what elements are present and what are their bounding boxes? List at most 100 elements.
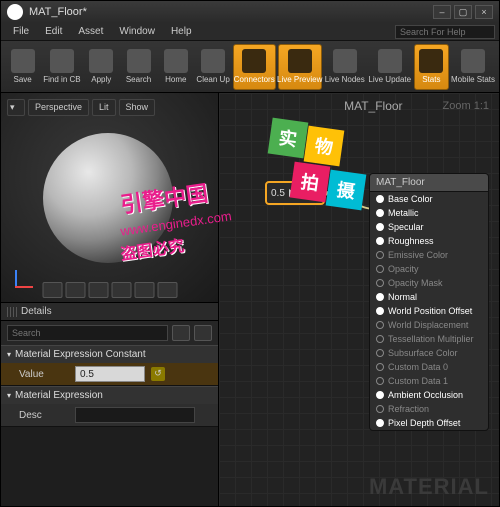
filter-icon[interactable] — [172, 325, 190, 341]
preview-sphere — [43, 133, 173, 263]
constant-node[interactable]: 0.5 — [265, 181, 325, 205]
toolbar-mobile-stats-button[interactable]: Mobile Stats — [451, 44, 495, 90]
window-title: MAT_Floor* — [29, 6, 430, 18]
viewport-options-icon[interactable]: ▾ — [7, 99, 25, 116]
viewport-shape-button[interactable] — [65, 282, 85, 298]
pin-dot-icon — [376, 321, 384, 329]
pin-dot-icon — [376, 293, 384, 301]
toolbar-icon — [419, 49, 443, 73]
property-desc-row: Desc — [1, 404, 218, 426]
pin-world-position-offset[interactable]: World Position Offset — [370, 304, 488, 318]
grip-icon — [7, 307, 17, 317]
viewport-shape-button[interactable] — [111, 282, 131, 298]
pin-custom-data-0[interactable]: Custom Data 0 — [370, 360, 488, 374]
pin-dot-icon — [376, 363, 384, 371]
pin-dot-icon — [376, 209, 384, 217]
viewport-shape-button[interactable] — [134, 282, 154, 298]
axis-gizmo-icon — [9, 264, 39, 294]
toolbar-live-preview-button[interactable]: Live Preview — [278, 44, 322, 90]
toolbar-icon — [378, 49, 402, 73]
output-pin-icon[interactable] — [321, 189, 329, 197]
pin-ambient-occlusion[interactable]: Ambient Occlusion — [370, 388, 488, 402]
pin-dot-icon — [376, 307, 384, 315]
toolbar-icon — [127, 49, 151, 73]
eye-icon[interactable] — [194, 325, 212, 341]
pin-base-color[interactable]: Base Color — [370, 192, 488, 206]
viewport-shape-button[interactable] — [42, 282, 62, 298]
pin-emissive-color[interactable]: Emissive Color — [370, 248, 488, 262]
toolbar-live-update-button[interactable]: Live Update — [368, 44, 412, 90]
pin-dot-icon — [376, 419, 384, 427]
pin-dot-icon — [376, 405, 384, 413]
toolbar-connectors-button[interactable]: Connectors — [233, 44, 276, 90]
titlebar: MAT_Floor* – ▢ × — [1, 1, 499, 23]
toolbar-icon — [89, 49, 113, 73]
toolbar-live-nodes-button[interactable]: Live Nodes — [324, 44, 366, 90]
menu-help[interactable]: Help — [163, 24, 200, 39]
pin-roughness[interactable]: Roughness — [370, 234, 488, 248]
preview-viewport[interactable]: ▾ Perspective Lit Show — [1, 93, 218, 303]
maximize-button[interactable]: ▢ — [454, 5, 472, 19]
menu-file[interactable]: File — [5, 24, 37, 39]
menubar: File Edit Asset Window Help — [1, 23, 499, 41]
graph-title: MAT_Floor — [344, 99, 402, 113]
menu-asset[interactable]: Asset — [70, 24, 111, 39]
pin-dot-icon — [376, 391, 384, 399]
chevron-down-icon[interactable] — [289, 189, 295, 197]
pin-tessellation-multiplier[interactable]: Tessellation Multiplier — [370, 332, 488, 346]
toolbar-apply-button[interactable]: Apply — [84, 44, 119, 90]
viewport-perspective-button[interactable]: Perspective — [28, 99, 89, 116]
pin-dot-icon — [376, 195, 384, 203]
pin-world-displacement[interactable]: World Displacement — [370, 318, 488, 332]
pin-dot-icon — [376, 377, 384, 385]
pin-custom-data-1[interactable]: Custom Data 1 — [370, 374, 488, 388]
menu-edit[interactable]: Edit — [37, 24, 70, 39]
toolbar-find-in-cb-button[interactable]: Find in CB — [42, 44, 81, 90]
toolbar-icon — [242, 49, 266, 73]
material-output-node[interactable]: MAT_Floor Base ColorMetallicSpecularRoug… — [369, 173, 489, 431]
pin-subsurface-color[interactable]: Subsurface Color — [370, 346, 488, 360]
pin-dot-icon — [376, 265, 384, 273]
toolbar-icon — [461, 49, 485, 73]
section-material-expression[interactable]: ▾ Material Expression — [1, 387, 218, 404]
reset-icon[interactable]: ↺ — [151, 367, 165, 381]
toolbar-icon — [164, 49, 188, 73]
pin-dot-icon — [376, 335, 384, 343]
toolbar-icon — [50, 49, 74, 73]
pin-opacity-mask[interactable]: Opacity Mask — [370, 276, 488, 290]
pin-dot-icon — [376, 251, 384, 259]
toolbar-icon — [333, 49, 357, 73]
toolbar: SaveFind in CBApplySearchHomeClean UpCon… — [1, 41, 499, 93]
toolbar-stats-button[interactable]: Stats — [414, 44, 449, 90]
toolbar-search-button[interactable]: Search — [121, 44, 156, 90]
pin-dot-icon — [376, 279, 384, 287]
viewport-lit-button[interactable]: Lit — [92, 99, 116, 116]
help-search-input[interactable] — [395, 25, 495, 39]
ue-logo-icon — [7, 4, 23, 20]
pin-normal[interactable]: Normal — [370, 290, 488, 304]
close-button[interactable]: × — [475, 5, 493, 19]
pin-specular[interactable]: Specular — [370, 220, 488, 234]
toolbar-clean-up-button[interactable]: Clean Up — [195, 44, 230, 90]
toolbar-icon — [288, 49, 312, 73]
toolbar-home-button[interactable]: Home — [158, 44, 193, 90]
viewport-shape-button[interactable] — [88, 282, 108, 298]
pin-refraction[interactable]: Refraction — [370, 402, 488, 416]
pin-pixel-depth-offset[interactable]: Pixel Depth Offset — [370, 416, 488, 430]
pin-opacity[interactable]: Opacity — [370, 262, 488, 276]
pin-dot-icon — [376, 349, 384, 357]
viewport-shape-button[interactable] — [157, 282, 177, 298]
section-material-expression-constant[interactable]: ▾ Material Expression Constant — [1, 346, 218, 363]
material-graph[interactable]: MAT_Floor Zoom 1:1 0.5 MAT_Floor Base Co… — [219, 93, 499, 506]
minimize-button[interactable]: – — [433, 5, 451, 19]
pin-metallic[interactable]: Metallic — [370, 206, 488, 220]
material-watermark: MATERIAL — [369, 474, 489, 500]
details-search-input[interactable] — [7, 325, 168, 341]
toolbar-save-button[interactable]: Save — [5, 44, 40, 90]
details-panel-header[interactable]: Details — [1, 303, 218, 321]
menu-window[interactable]: Window — [111, 24, 163, 39]
desc-input[interactable] — [75, 407, 195, 423]
viewport-show-button[interactable]: Show — [119, 99, 156, 116]
property-value-row: Value ↺ — [1, 363, 218, 385]
value-input[interactable] — [75, 366, 145, 382]
